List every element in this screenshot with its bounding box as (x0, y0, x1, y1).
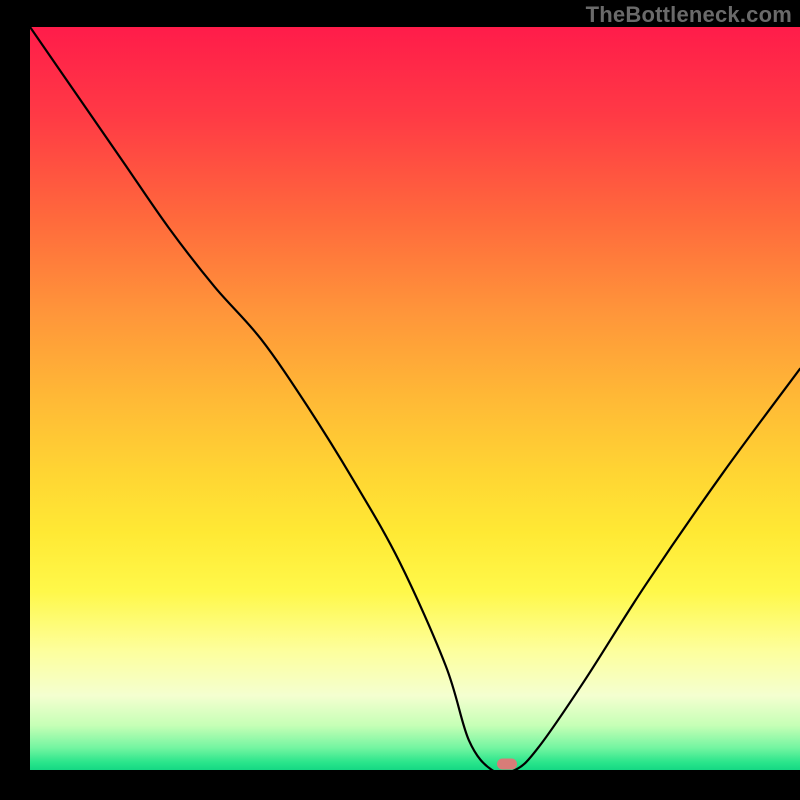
optimal-point-marker (497, 759, 517, 770)
watermark-text: TheBottleneck.com (586, 2, 792, 28)
chart-frame: TheBottleneck.com (0, 0, 800, 800)
bottleneck-curve (30, 27, 800, 770)
plot-area (30, 27, 800, 770)
